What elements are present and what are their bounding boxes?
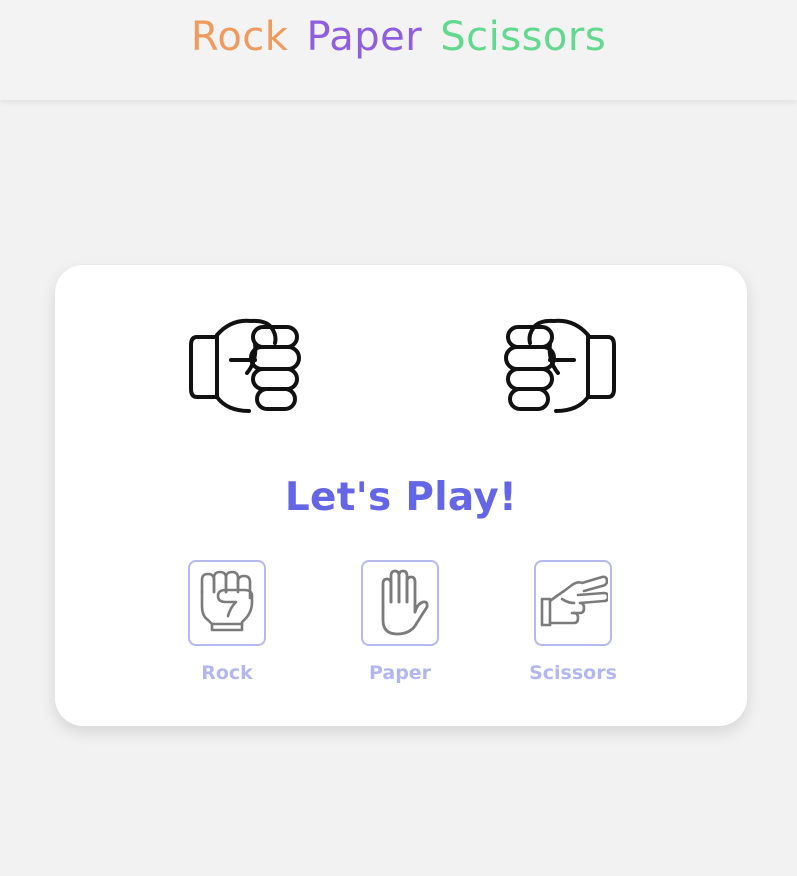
paper-button[interactable]: [361, 560, 439, 646]
scissors-button[interactable]: [534, 560, 612, 646]
paper-label: Paper: [368, 662, 432, 684]
title-word-paper: Paper: [306, 14, 423, 60]
app-title: Rock Paper Scissors: [182, 14, 615, 60]
choice-paper[interactable]: Paper: [340, 560, 460, 684]
rock-fist-icon: [200, 570, 254, 632]
player-fist-icon: [189, 318, 301, 413]
scissors-label: Scissors: [529, 662, 617, 684]
game-card: Let's Play! Rock Paper Scissors: [55, 265, 747, 726]
app-header: Rock Paper Scissors: [0, 0, 797, 100]
paper-hand-icon: [381, 569, 429, 636]
rock-label: Rock: [201, 662, 253, 684]
rock-button[interactable]: [188, 560, 266, 646]
title-word-rock: Rock: [190, 14, 289, 60]
game-status: Let's Play!: [284, 475, 518, 520]
choice-rock[interactable]: Rock: [167, 560, 287, 684]
computer-fist-icon: [504, 318, 616, 413]
title-word-scissors: Scissors: [440, 14, 607, 60]
choice-scissors[interactable]: Scissors: [513, 560, 633, 684]
scissors-hand-icon: [540, 575, 608, 627]
